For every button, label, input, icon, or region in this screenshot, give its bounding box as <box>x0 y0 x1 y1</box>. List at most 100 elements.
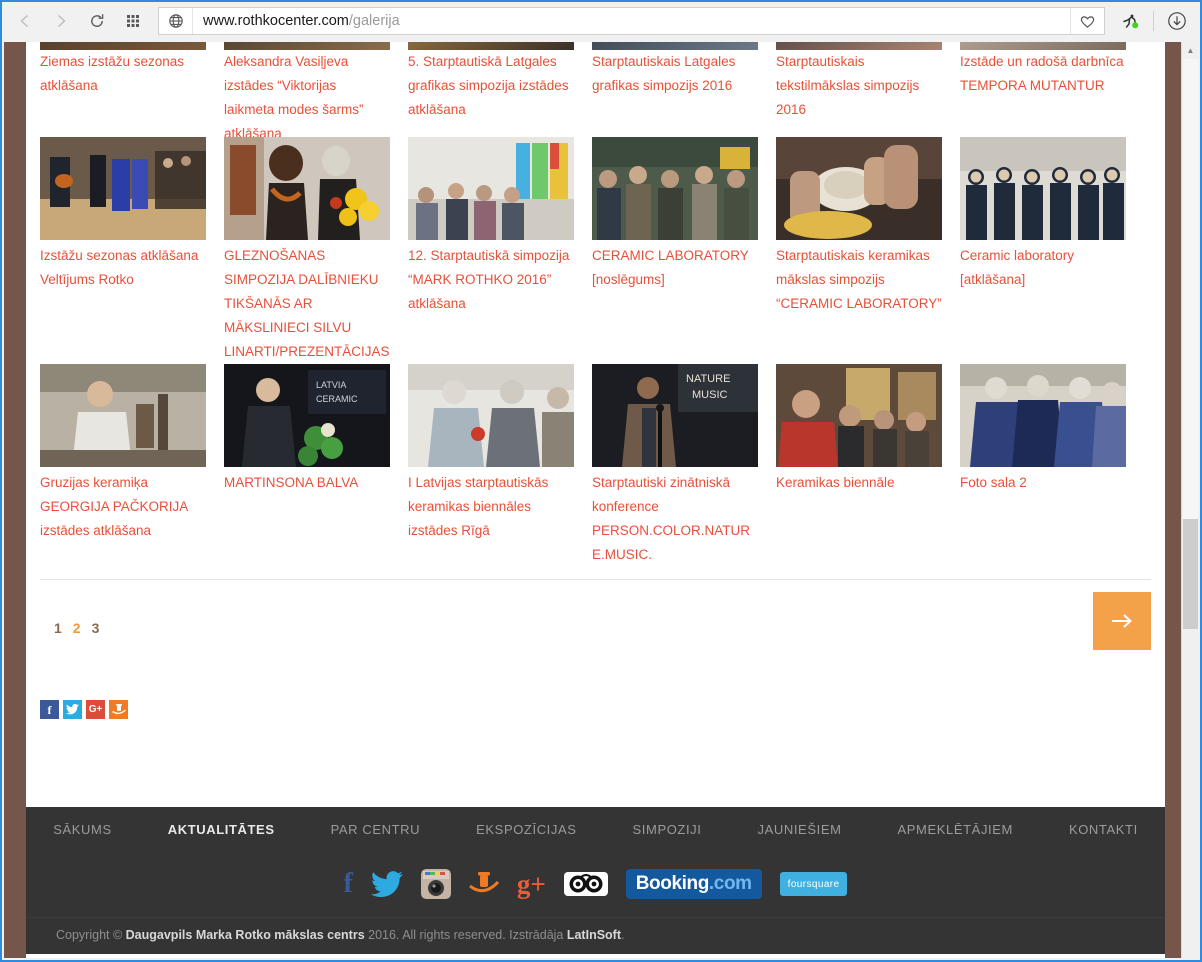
facebook-icon[interactable]: f <box>344 870 353 898</box>
gallery-item[interactable]: LATVIA CERAMIC MARTINSONA BALVA <box>224 364 408 567</box>
scrollbar-thumb[interactable] <box>1183 519 1198 629</box>
footer-link-apmekletajiem[interactable]: APMEKLĒTĀJIEM <box>870 822 1041 837</box>
thumbnail[interactable] <box>40 364 206 467</box>
gallery-row: Izstāžu sezonas atklāšana Veltījums Rotk… <box>40 137 1151 364</box>
google-plus-icon[interactable]: g+ <box>517 870 546 898</box>
share-google-plus-button[interactable]: G+ <box>86 700 105 719</box>
thumbnail[interactable] <box>960 42 1126 50</box>
foursquare-icon[interactable]: foursquare <box>779 872 848 896</box>
draugiem-icon[interactable] <box>468 872 499 896</box>
page-viewport: Ziemas izstāžu sezonas atklāšana Aleksan… <box>4 42 1198 958</box>
page-number-list: 1 2 3 <box>54 620 99 636</box>
gallery-item[interactable]: I Latvijas starptautiskās keramikas bien… <box>408 364 592 567</box>
scrollbar-upper-region[interactable] <box>1183 59 1198 519</box>
share-draugiem-button[interactable] <box>109 700 128 719</box>
gallery-caption[interactable]: Starptautiski zinātniskā konference PERS… <box>592 467 758 567</box>
gallery-caption[interactable]: Starptautiskais Latgales grafikas simpoz… <box>592 50 758 98</box>
twitter-icon <box>66 704 79 715</box>
url-text[interactable]: www.rothkocenter.com/galerija <box>193 13 1070 29</box>
twitter-icon[interactable] <box>370 871 403 897</box>
thumbnail[interactable] <box>224 137 390 240</box>
thumbnail[interactable]: LATVIA CERAMIC <box>224 364 390 467</box>
scroll-up-arrow[interactable]: ▲ <box>1182 42 1198 59</box>
footer-link-jauniesiem[interactable]: JAUNIEŠIEM <box>730 822 870 837</box>
next-page-button[interactable] <box>1093 592 1151 650</box>
footer-link-ekspozicijas[interactable]: EKSPOZĪCIJAS <box>448 822 604 837</box>
gallery-item[interactable]: Starptautiskais tekstilmākslas simpozijs… <box>776 42 960 137</box>
copyright-organization: Daugavpils Marka Rotko mākslas centrs <box>125 928 365 942</box>
vertical-scrollbar[interactable]: ▲ <box>1181 42 1198 958</box>
gallery-item[interactable]: 5. Starptautiskā Latgales grafikas simpo… <box>408 42 592 137</box>
gallery-item[interactable]: Aleksandra Vasiļjeva izstādes “Viktorija… <box>224 42 408 137</box>
gallery-caption[interactable]: Ziemas izstāžu sezonas atklāšana <box>40 50 206 98</box>
footer-link-kontakti[interactable]: KONTAKTI <box>1041 822 1166 837</box>
gallery-caption[interactable]: 12. Starptautiskā simpozija “MARK ROTHKO… <box>408 240 574 316</box>
gallery-caption[interactable]: Izstāžu sezonas atklāšana Veltījums Rotk… <box>40 240 206 292</box>
gallery-caption[interactable]: Foto sala 2 <box>960 467 1126 495</box>
gallery-item[interactable]: Izstāžu sezonas atklāšana Veltījums Rotk… <box>40 137 224 364</box>
thumbnail[interactable] <box>776 42 942 50</box>
share-facebook-button[interactable]: f <box>40 700 59 719</box>
thumbnail[interactable]: NATURE MUSIC <box>592 364 758 467</box>
gallery-caption[interactable]: GLEZNOŠANAS SIMPOZIJA DALĪBNIEKU TIKŠANĀ… <box>224 240 390 364</box>
booking-icon[interactable]: Booking .com <box>625 869 762 899</box>
gallery-item[interactable]: Izstāde un radošā darbnīca TEMPORA MUTAN… <box>960 42 1144 137</box>
thumbnail[interactable] <box>408 42 574 50</box>
facebook-icon: f <box>47 702 52 717</box>
footer-link-par-centru[interactable]: PAR CENTRU <box>303 822 449 837</box>
gallery-caption[interactable]: Keramikas biennāle <box>776 467 942 495</box>
gallery-caption[interactable]: Starptautiskais keramikas mākslas simpoz… <box>776 240 942 316</box>
gallery-item[interactable]: Starptautiskais Latgales grafikas simpoz… <box>592 42 776 137</box>
thumbnail[interactable] <box>408 137 574 240</box>
google-plus-icon: G+ <box>88 703 103 715</box>
reload-button[interactable] <box>80 6 114 36</box>
speed-dial-button[interactable] <box>116 6 150 36</box>
thumbnail[interactable] <box>592 137 758 240</box>
footer-link-simpoziji[interactable]: SIMPOZIJI <box>605 822 730 837</box>
gallery-caption[interactable]: Izstāde un radošā darbnīca TEMPORA MUTAN… <box>960 50 1126 98</box>
thumbnail[interactable] <box>408 364 574 467</box>
gallery-caption[interactable]: Ceramic laboratory [atklāšana] <box>960 240 1126 292</box>
gallery-caption[interactable]: CERAMIC LABORATORY [noslēgums] <box>592 240 758 292</box>
gallery-caption[interactable]: I Latvijas starptautiskās keramikas bien… <box>408 467 574 543</box>
gallery-item[interactable]: 12. Starptautiskā simpozija “MARK ROTHKO… <box>408 137 592 364</box>
page-number-2[interactable]: 2 <box>73 620 81 636</box>
copyright-developer[interactable]: LatInSoft <box>567 928 621 942</box>
thumbnail[interactable] <box>776 364 942 467</box>
gallery-item[interactable]: Starptautiskais keramikas mākslas simpoz… <box>776 137 960 364</box>
gallery-item[interactable]: Keramikas biennāle <box>776 364 960 567</box>
thumbnail[interactable] <box>592 42 758 50</box>
thumbnail[interactable] <box>224 42 390 50</box>
share-twitter-button[interactable] <box>63 700 82 719</box>
address-bar[interactable]: www.rothkocenter.com/galerija <box>158 7 1105 35</box>
gallery-item[interactable]: Foto sala 2 <box>960 364 1144 567</box>
heart-icon[interactable] <box>1070 8 1104 34</box>
footer-navigation: SĀKUMS AKTUALITĀTES PAR CENTRU EKSPOZĪCI… <box>26 807 1165 851</box>
thumbnail[interactable] <box>776 137 942 240</box>
gallery-caption[interactable]: 5. Starptautiskā Latgales grafikas simpo… <box>408 50 574 122</box>
page-number-1[interactable]: 1 <box>54 620 62 636</box>
gallery-caption[interactable]: Gruzijas keramiķa GEORGIJA PAČKORIJA izs… <box>40 467 206 543</box>
gallery-item[interactable]: GLEZNOŠANAS SIMPOZIJA DALĪBNIEKU TIKŠANĀ… <box>224 137 408 364</box>
gallery-caption[interactable]: Aleksandra Vasiļjeva izstādes “Viktorija… <box>224 50 390 137</box>
thumbnail[interactable] <box>960 364 1126 467</box>
tripadvisor-icon[interactable] <box>563 872 608 896</box>
footer-link-sakums[interactable]: SĀKUMS <box>25 822 140 837</box>
gallery-item[interactable]: Ceramic laboratory [atklāšana] <box>960 137 1144 364</box>
gallery-item[interactable]: CERAMIC LABORATORY [noslēgums] <box>592 137 776 364</box>
forward-button[interactable] <box>44 6 78 36</box>
back-button[interactable] <box>8 6 42 36</box>
footer-link-aktualitates[interactable]: AKTUALITĀTES <box>140 822 303 837</box>
thumbnail[interactable] <box>40 42 206 50</box>
thumbnail[interactable] <box>960 137 1126 240</box>
thumbnail[interactable] <box>40 137 206 240</box>
download-icon[interactable] <box>1160 6 1194 36</box>
gallery-item[interactable]: Ziemas izstāžu sezonas atklāšana <box>40 42 224 137</box>
gallery-item[interactable]: Gruzijas keramiķa GEORGIJA PAČKORIJA izs… <box>40 364 224 567</box>
page-number-3[interactable]: 3 <box>92 620 100 636</box>
instagram-icon[interactable] <box>420 869 451 899</box>
gallery-caption[interactable]: Starptautiskais tekstilmākslas simpozijs… <box>776 50 942 122</box>
gallery-item[interactable]: NATURE MUSIC Starptautiski zinātniskā ko… <box>592 364 776 567</box>
runner-icon[interactable] <box>1113 6 1147 36</box>
gallery-caption[interactable]: MARTINSONA BALVA <box>224 467 390 495</box>
